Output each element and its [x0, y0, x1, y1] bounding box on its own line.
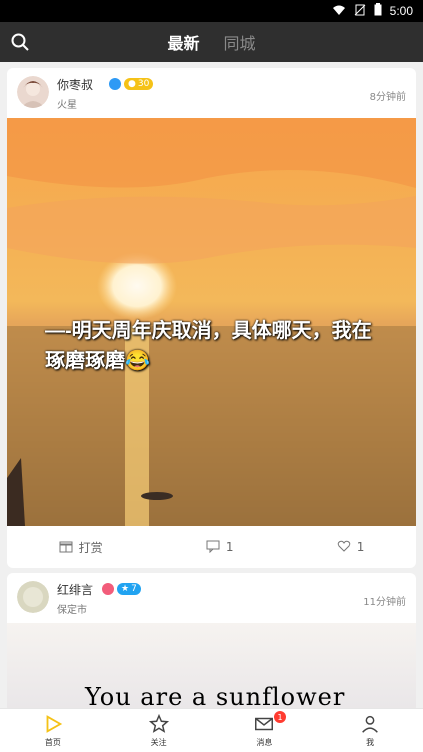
nav-home-label: 首页: [44, 738, 61, 747]
post-card[interactable]: 红绯言 ★ 7 保定市 11分钟前 You are a sunflower: [7, 573, 416, 708]
post-image[interactable]: You are a sunflower: [7, 623, 416, 708]
level-value: 30: [137, 79, 150, 89]
feed: 你枣叔 ● 30 火星 8分钟前 —-明天周年庆取消，具体哪天，我在琢磨琢磨😂 …: [0, 62, 423, 708]
bottom-navigation: 首页 关注 消息 我 1: [0, 708, 423, 752]
nav-me[interactable]: 我: [317, 709, 423, 752]
post-time: 8分钟前: [369, 92, 406, 103]
feed-tabs: 最新 同城: [0, 22, 423, 62]
no-sim-icon: [354, 4, 366, 19]
nav-follow-label: 关注: [150, 738, 167, 747]
message-badge: 1: [274, 711, 286, 723]
nav-me-label: 我: [366, 738, 375, 747]
like-button[interactable]: 1: [337, 539, 365, 556]
user-location: 火星: [57, 100, 77, 111]
wifi-icon: [332, 4, 346, 19]
image-overlay-text: —-明天周年庆取消，具体哪天，我在琢磨琢磨😂: [45, 320, 372, 372]
gift-icon: [59, 539, 73, 556]
user-name[interactable]: 红绯言: [57, 581, 93, 598]
reward-button[interactable]: 打赏: [59, 539, 103, 556]
star-icon: [148, 713, 169, 733]
comment-button[interactable]: 1: [206, 539, 234, 556]
nav-follow[interactable]: 关注: [106, 709, 212, 752]
nav-home[interactable]: 首页: [0, 709, 106, 752]
status-icons: [332, 3, 382, 19]
avatar[interactable]: [17, 581, 49, 613]
image-overlay-text: You are a sunflower: [85, 683, 346, 708]
user-name[interactable]: 你枣叔: [57, 76, 93, 93]
post-header: 红绯言 ★ 7 保定市 11分钟前: [7, 573, 416, 623]
heart-icon: [337, 539, 351, 556]
play-icon: [46, 715, 63, 733]
user-icon: [362, 715, 379, 733]
level-badge: ● 30: [124, 78, 154, 90]
avatar[interactable]: [17, 76, 49, 108]
status-bar: 5:00: [0, 0, 423, 22]
comment-icon: [206, 539, 220, 556]
nav-messages[interactable]: 消息: [212, 709, 318, 752]
level-value: 7: [131, 584, 137, 594]
mail-icon: [255, 717, 274, 731]
post-time: 11分钟前: [363, 597, 406, 608]
star-icon: ★: [121, 584, 130, 594]
male-icon: [109, 78, 121, 90]
like-count: 1: [356, 540, 365, 554]
comment-count: 1: [225, 540, 234, 554]
nav-messages-label: 消息: [256, 738, 273, 747]
female-icon: [102, 583, 114, 595]
battery-icon: [374, 3, 382, 19]
user-location: 保定市: [57, 605, 87, 616]
reward-label: 打赏: [78, 540, 103, 555]
tab-latest[interactable]: 最新: [167, 30, 199, 54]
post-image[interactable]: —-明天周年庆取消，具体哪天，我在琢磨琢磨😂: [7, 118, 416, 526]
level-badge: ★ 7: [117, 583, 141, 595]
post-header: 你枣叔 ● 30 火星 8分钟前: [7, 68, 416, 118]
status-time: 5:00: [389, 4, 413, 18]
top-app-bar: 最新 同城: [0, 22, 423, 62]
post-card[interactable]: 你枣叔 ● 30 火星 8分钟前 —-明天周年庆取消，具体哪天，我在琢磨琢磨😂 …: [7, 68, 416, 568]
post-actions: 打赏 1 1: [7, 526, 416, 568]
tab-nearby[interactable]: 同城: [224, 30, 256, 54]
coin-icon: ●: [128, 79, 136, 89]
